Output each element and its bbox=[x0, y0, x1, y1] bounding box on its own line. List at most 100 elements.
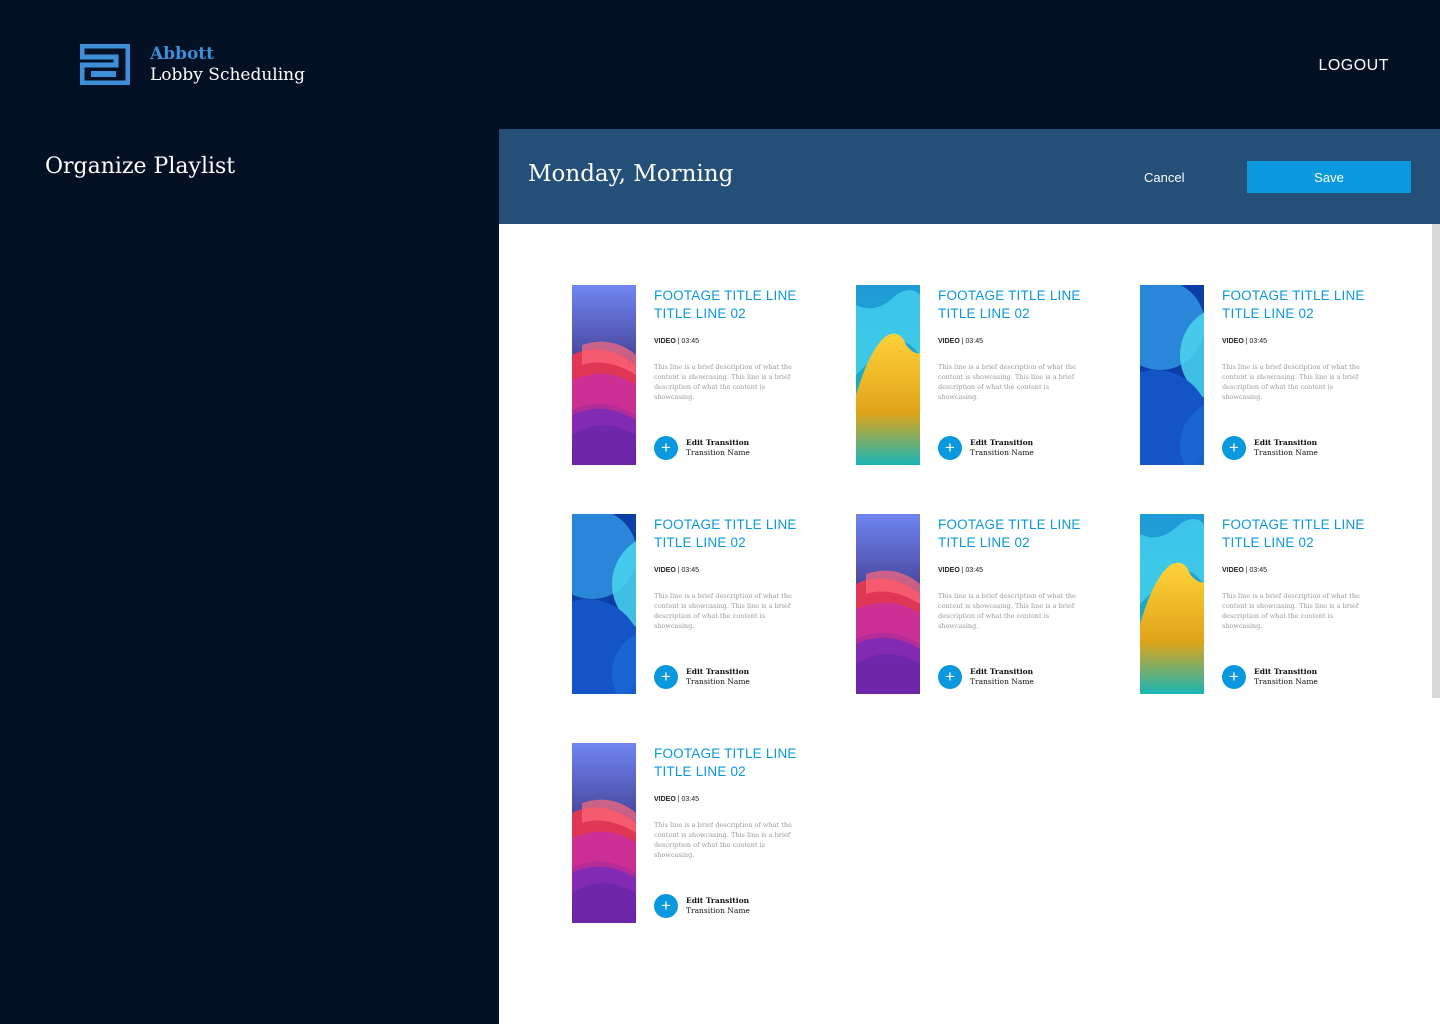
footage-info: FOOTAGE TITLE LINE TITLE LINE 02 VIDEO |… bbox=[654, 743, 804, 860]
edit-transition-link[interactable]: Edit Transition bbox=[1254, 438, 1318, 448]
transition-control: + Edit Transition Transition Name bbox=[1222, 436, 1318, 460]
footage-title-line1: FOOTAGE TITLE LINE bbox=[654, 746, 797, 761]
footage-meta: VIDEO | 03:45 bbox=[938, 567, 984, 574]
footage-duration: 03:45 bbox=[681, 567, 700, 574]
edit-transition-link[interactable]: Edit Transition bbox=[686, 667, 750, 677]
save-button[interactable]: Save bbox=[1247, 161, 1411, 193]
footage-title-line2: TITLE LINE 02 bbox=[938, 535, 1030, 550]
add-transition-plus-icon[interactable]: + bbox=[938, 436, 962, 460]
footage-thumbnail[interactable] bbox=[1140, 285, 1204, 465]
transition-control: + Edit Transition Transition Name bbox=[654, 894, 750, 918]
footage-card[interactable]: FOOTAGE TITLE LINE TITLE LINE 02 VIDEO |… bbox=[1140, 285, 1380, 465]
footage-description: This line is a brief description of what… bbox=[654, 592, 792, 630]
add-transition-plus-icon[interactable]: + bbox=[1222, 436, 1246, 460]
footage-card[interactable]: FOOTAGE TITLE LINE TITLE LINE 02 VIDEO |… bbox=[1140, 514, 1380, 694]
transition-text: Edit Transition Transition Name bbox=[686, 667, 750, 687]
panel-header: Monday, Morning Cancel Save bbox=[499, 129, 1440, 224]
edit-transition-link[interactable]: Edit Transition bbox=[686, 896, 750, 906]
footage-meta: VIDEO | 03:45 bbox=[938, 338, 984, 345]
add-transition-plus-icon[interactable]: + bbox=[654, 436, 678, 460]
edit-transition-link[interactable]: Edit Transition bbox=[970, 667, 1034, 677]
transition-text: Edit Transition Transition Name bbox=[686, 896, 750, 916]
panel-title: Monday, Morning bbox=[528, 161, 734, 187]
playlist-panel: Monday, Morning Cancel Save FOOTAGE TITL… bbox=[499, 129, 1440, 1024]
footage-type: VIDEO bbox=[938, 567, 960, 574]
transition-name: Transition Name bbox=[1254, 677, 1318, 686]
footage-info: FOOTAGE TITLE LINE TITLE LINE 02 VIDEO |… bbox=[654, 285, 804, 402]
footage-card[interactable]: FOOTAGE TITLE LINE TITLE LINE 02 VIDEO |… bbox=[572, 514, 812, 694]
transition-name: Transition Name bbox=[970, 677, 1034, 686]
add-transition-plus-icon[interactable]: + bbox=[1222, 665, 1246, 689]
footage-title-line2: TITLE LINE 02 bbox=[1222, 535, 1314, 550]
add-transition-plus-icon[interactable]: + bbox=[938, 665, 962, 689]
footage-duration: 03:45 bbox=[1249, 338, 1268, 345]
footage-title-line2: TITLE LINE 02 bbox=[1222, 306, 1314, 321]
footage-type: VIDEO bbox=[654, 338, 676, 345]
app-header: Abbott Lobby Scheduling LOGOUT bbox=[0, 0, 1440, 130]
logout-link[interactable]: LOGOUT bbox=[1318, 57, 1389, 75]
footage-description: This line is a brief description of what… bbox=[654, 363, 792, 401]
footage-description: This line is a brief description of what… bbox=[1222, 363, 1360, 401]
transition-control: + Edit Transition Transition Name bbox=[654, 436, 750, 460]
footage-title: FOOTAGE TITLE LINE TITLE LINE 02 bbox=[654, 745, 804, 781]
footage-title-line1: FOOTAGE TITLE LINE bbox=[1222, 517, 1365, 532]
footage-thumbnail[interactable] bbox=[856, 285, 920, 465]
footage-duration: 03:45 bbox=[681, 796, 700, 803]
footage-title-line1: FOOTAGE TITLE LINE bbox=[938, 288, 1081, 303]
footage-title-line2: TITLE LINE 02 bbox=[938, 306, 1030, 321]
footage-description: This line is a brief description of what… bbox=[654, 821, 792, 859]
footage-duration: 03:45 bbox=[965, 567, 984, 574]
footage-card[interactable]: FOOTAGE TITLE LINE TITLE LINE 02 VIDEO |… bbox=[856, 514, 1096, 694]
footage-title: FOOTAGE TITLE LINE TITLE LINE 02 bbox=[1222, 287, 1372, 323]
footage-thumbnail[interactable] bbox=[572, 743, 636, 923]
footage-type: VIDEO bbox=[938, 338, 960, 345]
footage-info: FOOTAGE TITLE LINE TITLE LINE 02 VIDEO |… bbox=[654, 514, 804, 631]
edit-transition-link[interactable]: Edit Transition bbox=[1254, 667, 1318, 677]
transition-control: + Edit Transition Transition Name bbox=[938, 665, 1034, 689]
footage-duration: 03:45 bbox=[1249, 567, 1268, 574]
transition-name: Transition Name bbox=[686, 677, 750, 686]
footage-thumbnail[interactable] bbox=[572, 514, 636, 694]
cancel-button[interactable]: Cancel bbox=[1144, 170, 1184, 185]
footage-card[interactable]: FOOTAGE TITLE LINE TITLE LINE 02 VIDEO |… bbox=[572, 743, 812, 923]
footage-title-line1: FOOTAGE TITLE LINE bbox=[654, 288, 797, 303]
footage-meta: VIDEO | 03:45 bbox=[654, 338, 700, 345]
transition-text: Edit Transition Transition Name bbox=[970, 438, 1034, 458]
transition-name: Transition Name bbox=[686, 906, 750, 915]
scrollbar-thumb[interactable] bbox=[1432, 224, 1440, 698]
footage-type: VIDEO bbox=[654, 567, 676, 574]
footage-title: FOOTAGE TITLE LINE TITLE LINE 02 bbox=[938, 287, 1088, 323]
footage-type: VIDEO bbox=[1222, 567, 1244, 574]
footage-title: FOOTAGE TITLE LINE TITLE LINE 02 bbox=[1222, 516, 1372, 552]
brand-subtitle: Lobby Scheduling bbox=[150, 65, 306, 85]
add-transition-plus-icon[interactable]: + bbox=[654, 665, 678, 689]
transition-control: + Edit Transition Transition Name bbox=[654, 665, 750, 689]
footage-title: FOOTAGE TITLE LINE TITLE LINE 02 bbox=[654, 516, 804, 552]
footage-type: VIDEO bbox=[654, 796, 676, 803]
footage-thumbnail[interactable] bbox=[572, 285, 636, 465]
add-transition-plus-icon[interactable]: + bbox=[654, 894, 678, 918]
footage-title: FOOTAGE TITLE LINE TITLE LINE 02 bbox=[938, 516, 1088, 552]
edit-transition-link[interactable]: Edit Transition bbox=[686, 438, 750, 448]
footage-thumbnail[interactable] bbox=[1140, 514, 1204, 694]
footage-info: FOOTAGE TITLE LINE TITLE LINE 02 VIDEO |… bbox=[938, 285, 1088, 402]
brand-name: Abbott bbox=[150, 44, 215, 64]
page-title: Organize Playlist bbox=[45, 154, 236, 179]
footage-title-line2: TITLE LINE 02 bbox=[654, 764, 746, 779]
footage-meta: VIDEO | 03:45 bbox=[1222, 338, 1268, 345]
transition-control: + Edit Transition Transition Name bbox=[938, 436, 1034, 460]
footage-info: FOOTAGE TITLE LINE TITLE LINE 02 VIDEO |… bbox=[938, 514, 1088, 631]
transition-name: Transition Name bbox=[1254, 448, 1318, 457]
footage-title: FOOTAGE TITLE LINE TITLE LINE 02 bbox=[654, 287, 804, 323]
footage-title-line1: FOOTAGE TITLE LINE bbox=[1222, 288, 1365, 303]
transition-text: Edit Transition Transition Name bbox=[1254, 667, 1318, 687]
edit-transition-link[interactable]: Edit Transition bbox=[970, 438, 1034, 448]
footage-card[interactable]: FOOTAGE TITLE LINE TITLE LINE 02 VIDEO |… bbox=[572, 285, 812, 465]
footage-meta: VIDEO | 03:45 bbox=[654, 796, 700, 803]
footage-duration: 03:45 bbox=[965, 338, 984, 345]
footage-thumbnail[interactable] bbox=[856, 514, 920, 694]
footage-card[interactable]: FOOTAGE TITLE LINE TITLE LINE 02 VIDEO |… bbox=[856, 285, 1096, 465]
footage-type: VIDEO bbox=[1222, 338, 1244, 345]
footage-description: This line is a brief description of what… bbox=[938, 363, 1076, 401]
transition-control: + Edit Transition Transition Name bbox=[1222, 665, 1318, 689]
